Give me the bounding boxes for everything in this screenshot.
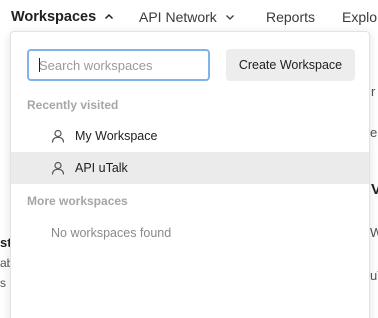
person-icon [51, 161, 65, 175]
nav-workspaces-label: Workspaces [11, 9, 97, 25]
nav-reports[interactable]: Reports [266, 0, 315, 34]
bg-fragment: Wh [370, 225, 378, 240]
workspaces-dropdown: Create Workspace Recently visited My Wor… [10, 31, 370, 318]
recently-visited-heading: Recently visited [27, 98, 119, 112]
bg-fragment: V [371, 181, 378, 198]
bg-fragment: s [0, 276, 6, 290]
nav-workspaces[interactable]: Workspaces [11, 0, 114, 34]
bg-fragment: uT [370, 268, 378, 283]
nav-reports-label: Reports [266, 9, 316, 25]
workspace-item-my-workspace[interactable]: My Workspace [11, 120, 369, 152]
text-cursor [39, 58, 40, 72]
chevron-up-icon [105, 13, 114, 20]
nav-explore-label: Explo [342, 9, 378, 25]
top-nav: Workspaces API Network Reports Explo [0, 0, 378, 34]
nav-explore[interactable]: Explo [342, 0, 377, 34]
bg-fragment: r [371, 84, 376, 99]
nav-api-network[interactable]: API Network [139, 0, 235, 34]
more-workspaces-heading: More workspaces [27, 194, 128, 208]
create-workspace-button[interactable]: Create Workspace [226, 49, 355, 81]
workspace-item-label: API uTalk [75, 161, 128, 175]
person-icon [51, 129, 65, 143]
nav-api-network-label: API Network [139, 9, 217, 25]
search-workspaces-input[interactable] [27, 49, 210, 81]
bg-fragment: er [370, 125, 378, 140]
empty-state-text: No workspaces found [51, 226, 172, 240]
workspace-item-api-utalk[interactable]: API uTalk [11, 152, 369, 184]
chevron-down-icon [225, 15, 234, 20]
workspace-item-label: My Workspace [75, 129, 158, 143]
